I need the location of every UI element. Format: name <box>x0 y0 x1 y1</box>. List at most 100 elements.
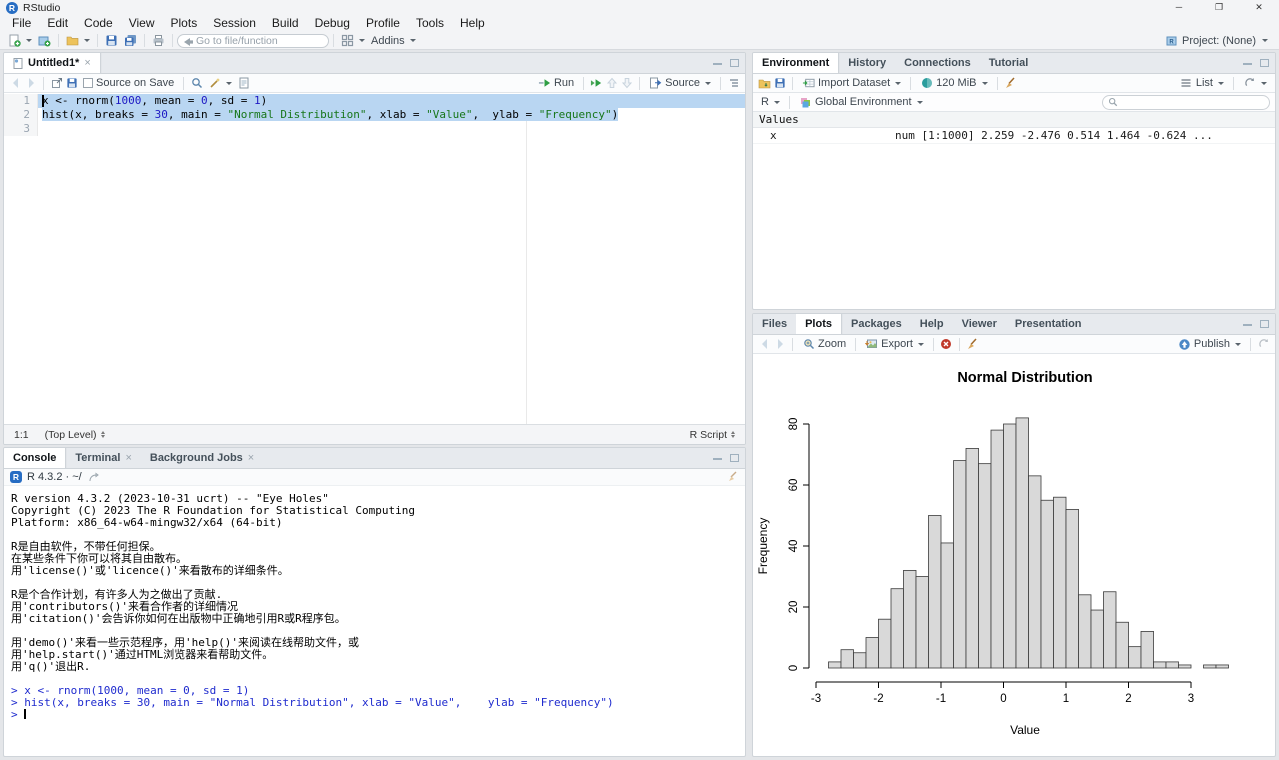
clear-objects-icon[interactable] <box>1004 77 1017 90</box>
print-button[interactable] <box>149 34 168 47</box>
tab-packages[interactable]: Packages <box>842 314 911 334</box>
addins-button[interactable]: Addins <box>368 35 419 47</box>
previous-plot-icon[interactable] <box>758 338 771 351</box>
source-down-icon[interactable] <box>620 77 633 90</box>
save-icon[interactable] <box>65 77 78 90</box>
menu-session[interactable]: Session <box>205 15 264 32</box>
export-plot-button[interactable]: Export <box>862 338 927 351</box>
forward-icon[interactable] <box>24 77 37 90</box>
svg-text:0: 0 <box>788 665 800 671</box>
new-file-button[interactable] <box>5 34 35 47</box>
project-menu-button[interactable]: R Project: (None) <box>1165 34 1274 47</box>
goto-file-search[interactable] <box>177 34 329 48</box>
dropdown-caret <box>1262 39 1268 42</box>
restore-button[interactable]: ❐ <box>1199 0 1239 15</box>
menu-edit[interactable]: Edit <box>39 15 76 32</box>
source-on-save-toggle[interactable]: Source on Save <box>80 77 177 89</box>
display-mode-button[interactable]: List <box>1177 77 1227 90</box>
language-selector[interactable]: R <box>758 96 783 108</box>
file-type-selector[interactable]: R Script <box>690 429 735 441</box>
clear-console-icon[interactable] <box>726 471 739 484</box>
zoom-plot-button[interactable]: Zoom <box>799 338 849 351</box>
save-button[interactable] <box>102 34 121 47</box>
minimize-pane-icon[interactable] <box>713 62 722 65</box>
goto-file-input[interactable] <box>177 34 329 48</box>
minimize-pane-icon[interactable] <box>1243 323 1252 326</box>
source-button[interactable]: Source <box>646 77 714 90</box>
code-editor[interactable]: 1x <- rnorm(1000, mean = 0, sd = 1)2hist… <box>4 94 745 424</box>
menu-profile[interactable]: Profile <box>358 15 408 32</box>
open-file-button[interactable] <box>63 34 93 47</box>
addins-grid-button[interactable] <box>338 34 368 47</box>
load-workspace-icon[interactable] <box>758 77 771 90</box>
tab-connections[interactable]: Connections <box>895 53 980 73</box>
rerun-icon[interactable] <box>590 77 603 90</box>
tab-files[interactable]: Files <box>753 314 796 334</box>
editor-line[interactable]: 2hist(x, breaks = 30, main = "Normal Dis… <box>4 108 745 122</box>
editor-line[interactable]: 1x <- rnorm(1000, mean = 0, sd = 1) <box>4 94 745 108</box>
scope-selector[interactable]: (Top Level) <box>45 429 105 441</box>
tab-history[interactable]: History <box>839 53 895 73</box>
tab-plots[interactable]: Plots <box>796 314 842 334</box>
back-icon[interactable] <box>9 77 22 90</box>
popout-icon[interactable] <box>50 77 63 90</box>
tab-console[interactable]: Console <box>4 448 66 468</box>
tab-environment[interactable]: Environment <box>753 53 839 73</box>
open-in-window-icon[interactable] <box>87 471 100 484</box>
svg-text:-1: -1 <box>936 693 946 705</box>
remove-plot-icon[interactable] <box>940 338 953 351</box>
menu-view[interactable]: View <box>121 15 163 32</box>
environment-object-row[interactable]: x num [1:1000] 2.259 -2.476 0.514 1.464 … <box>753 128 1275 144</box>
document-outline-icon[interactable] <box>727 77 740 90</box>
list-icon <box>1180 77 1193 90</box>
editor-line[interactable]: 3 <box>4 122 745 136</box>
next-plot-icon[interactable] <box>773 338 786 351</box>
console-output[interactable]: R version 4.3.2 (2023-10-31 ucrt) -- "Ey… <box>4 486 745 756</box>
tab-presentation[interactable]: Presentation <box>1006 314 1091 334</box>
menu-help[interactable]: Help <box>452 15 493 32</box>
environment-search-box[interactable] <box>1102 95 1270 110</box>
menu-tools[interactable]: Tools <box>408 15 452 32</box>
close-tab-icon[interactable]: × <box>125 452 131 464</box>
histogram-bar <box>929 516 942 669</box>
maximize-pane-icon[interactable] <box>730 454 739 462</box>
save-all-button[interactable] <box>121 34 140 47</box>
refresh-plot-icon[interactable] <box>1257 338 1270 351</box>
menu-build[interactable]: Build <box>264 15 307 32</box>
menu-file[interactable]: File <box>4 15 39 32</box>
menu-plots[interactable]: Plots <box>163 15 206 32</box>
tab-tutorial[interactable]: Tutorial <box>980 53 1038 73</box>
save-workspace-icon[interactable] <box>773 77 786 90</box>
code-tools-button[interactable] <box>205 77 235 90</box>
tab-viewer[interactable]: Viewer <box>953 314 1006 334</box>
menu-code[interactable]: Code <box>76 15 121 32</box>
maximize-pane-icon[interactable] <box>1260 59 1269 67</box>
close-tab-icon[interactable]: × <box>248 452 254 464</box>
new-project-button[interactable] <box>35 34 54 47</box>
tab-untitled1[interactable]: Untitled1* × <box>4 53 101 73</box>
publish-button[interactable]: Publish <box>1175 338 1244 351</box>
source-up-icon[interactable] <box>605 77 618 90</box>
tab-help[interactable]: Help <box>911 314 953 334</box>
minimize-pane-icon[interactable] <box>713 457 722 460</box>
compile-report-icon[interactable] <box>237 77 250 90</box>
import-dataset-button[interactable]: Import Dataset <box>799 77 904 90</box>
run-button[interactable]: Run <box>535 77 577 90</box>
zoom-icon <box>802 338 815 351</box>
clear-plots-icon[interactable] <box>966 338 979 351</box>
histogram-bar <box>966 448 979 668</box>
minimize-button[interactable]: ─ <box>1159 0 1199 15</box>
menu-debug[interactable]: Debug <box>307 15 358 32</box>
memory-usage-button[interactable]: 120 MiB <box>917 77 990 90</box>
maximize-pane-icon[interactable] <box>1260 320 1269 328</box>
checkbox-icon[interactable] <box>83 78 93 88</box>
minimize-pane-icon[interactable] <box>1243 62 1252 65</box>
close-button[interactable]: ✕ <box>1239 0 1279 15</box>
maximize-pane-icon[interactable] <box>730 59 739 67</box>
tab-background-jobs[interactable]: Background Jobs× <box>141 448 263 468</box>
close-tab-icon[interactable]: × <box>84 57 90 69</box>
refresh-environment-button[interactable] <box>1240 77 1270 90</box>
find-icon[interactable] <box>190 77 203 90</box>
environment-selector[interactable]: Global Environment <box>796 96 926 109</box>
tab-terminal[interactable]: Terminal× <box>66 448 140 468</box>
